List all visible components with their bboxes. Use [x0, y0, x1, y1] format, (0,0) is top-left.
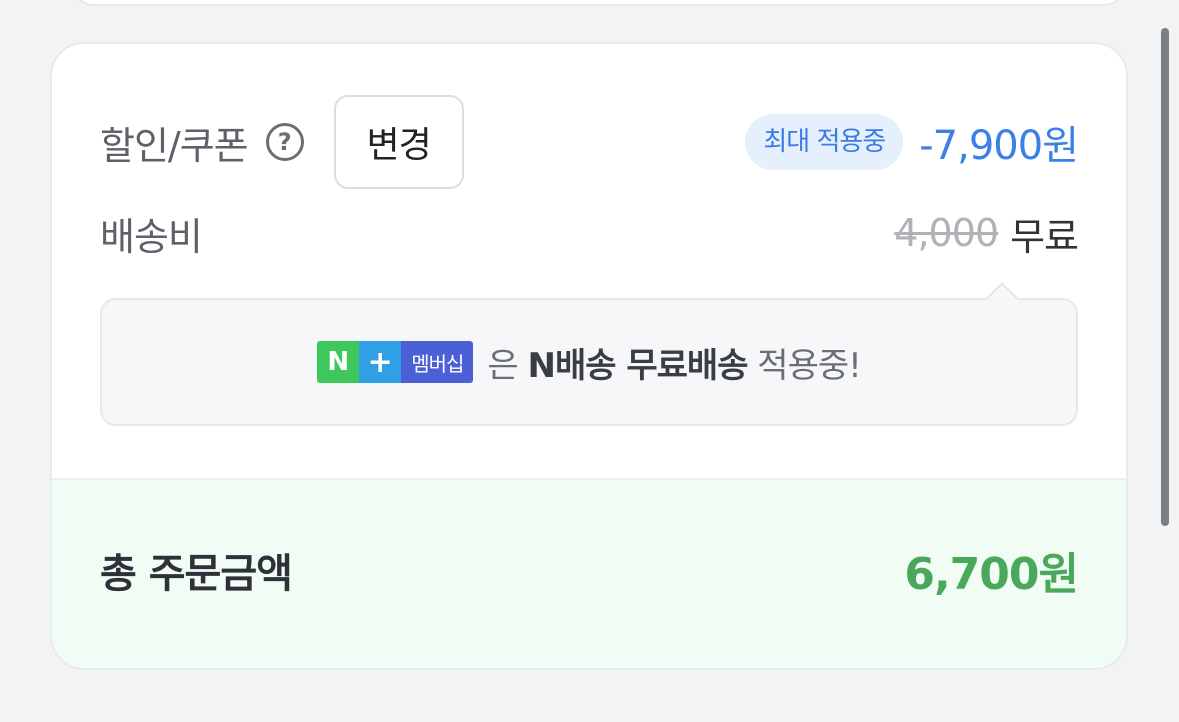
- membership-notice-box: N + 멤버십 은 N배송 무료배송 적용중!: [100, 282, 1078, 426]
- notice-pointer-arrow: [985, 282, 1019, 316]
- max-applied-badge: 최대 적용중: [745, 114, 904, 170]
- total-row: 총 주문금액 6,700원: [100, 538, 1079, 602]
- notice-text-bold: N배송 무료배송: [527, 345, 749, 386]
- shipping-row: 배송비 4,000 무료: [100, 204, 1079, 262]
- shipping-label: 배송비: [100, 214, 203, 259]
- shipping-right-group: 4,000 무료: [894, 206, 1079, 261]
- discount-label: 할인/쿠폰: [100, 123, 249, 168]
- change-coupon-button[interactable]: 변경: [333, 95, 464, 189]
- original-shipping-price: 4,000: [894, 211, 999, 255]
- notice-text-prefix: 은: [487, 345, 528, 386]
- discount-right-group: 최대 적용중 -7,900원: [745, 113, 1079, 171]
- notice-text-suffix: 적용중!: [747, 345, 861, 386]
- previous-card-edge: [72, 0, 1126, 6]
- question-circle-icon[interactable]: ?: [265, 123, 304, 161]
- nplus-membership-logo: N + 멤버십: [317, 341, 474, 383]
- nplus-plus-mark: +: [359, 341, 402, 383]
- total-section: 총 주문금액 6,700원: [52, 478, 1126, 668]
- discount-row: 할인/쿠폰 ? 변경 최대 적용중 -7,900원: [100, 94, 1079, 190]
- notice-text: 은 N배송 무료배송 적용중!: [487, 338, 861, 387]
- discount-amount: -7,900원: [919, 123, 1079, 169]
- nplus-membership-label: 멤버십: [401, 341, 474, 383]
- order-summary-card: 할인/쿠폰 ? 변경 최대 적용중 -7,900원 배송비 4,000 무료 N…: [50, 42, 1128, 670]
- discount-left-group: 할인/쿠폰 ? 변경: [100, 95, 464, 189]
- total-label: 총 주문금액: [100, 551, 293, 597]
- scrollbar[interactable]: [1161, 28, 1169, 526]
- nplus-n-mark: N: [317, 341, 360, 383]
- free-shipping-label: 무료: [1010, 214, 1079, 259]
- total-amount: 6,700원: [904, 549, 1079, 600]
